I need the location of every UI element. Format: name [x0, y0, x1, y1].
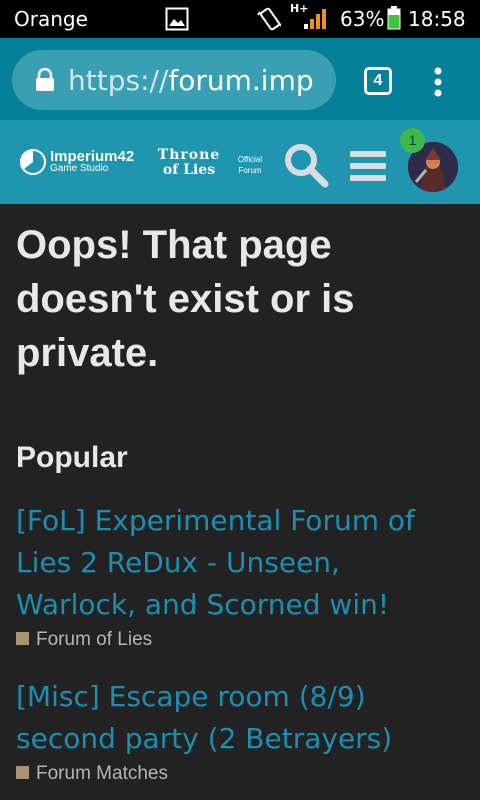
category-color-square — [16, 766, 29, 779]
game-title-line1: Throne — [157, 147, 221, 163]
game-title-line2: of Lies — [162, 162, 216, 178]
url-text[interactable]: https://forum.imp — [68, 64, 314, 97]
menu-hamburger-icon[interactable] — [350, 150, 386, 182]
gallery-notification-icon — [165, 7, 189, 31]
battery-icon — [387, 6, 401, 30]
list-item: [Misc] Escape room (8/9) second party (2… — [16, 676, 466, 786]
address-bar[interactable]: https://forum.imp — [12, 50, 336, 110]
imperium42-logo-icon[interactable] — [18, 147, 48, 177]
tab-switcher-button[interactable]: 4 — [364, 67, 392, 95]
notification-badge[interactable]: 1 — [400, 128, 425, 153]
more-vert-icon[interactable] — [432, 66, 444, 98]
browser-toolbar: https://forum.imp 4 — [0, 38, 480, 120]
category-label: Forum of Lies — [36, 629, 153, 650]
official-forum-label: Official Forum — [232, 154, 268, 176]
throne-of-lies-logo[interactable]: Throne of Lies — [152, 148, 226, 178]
clock: 18:58 — [408, 7, 466, 31]
url-host: forum.imp — [168, 64, 314, 97]
topic-category[interactable]: Forum of Lies — [16, 628, 466, 652]
forum-label: Forum — [238, 166, 262, 175]
lock-icon — [36, 68, 54, 91]
page-title: Oops! That page doesn't exist or is priv… — [16, 223, 355, 375]
vibrate-icon — [257, 7, 281, 31]
topic-link[interactable]: [Misc] Escape room (8/9) second party (2… — [16, 676, 466, 760]
carrier-name: Orange — [14, 7, 88, 31]
main-content: Oops! That page doesn't exist or is priv… — [16, 218, 466, 380]
category-label: Forum Matches — [36, 763, 168, 784]
signal-strength-icon — [304, 9, 326, 29]
popular-heading: Popular — [16, 441, 128, 474]
studio-name[interactable]: Imperium42 — [50, 149, 134, 164]
battery-percent: 63% — [340, 7, 385, 31]
studio-subtitle: Game Studio — [50, 163, 109, 174]
official-label: Official — [237, 155, 263, 164]
category-color-square — [16, 632, 29, 645]
list-item: [FoL] Experimental Forum of Lies 2 ReDux… — [16, 500, 466, 652]
status-bar: Orange H+ 63% 18:58 — [0, 0, 480, 38]
topic-category[interactable]: Forum Matches — [16, 762, 466, 786]
url-scheme: https:// — [68, 64, 169, 97]
search-icon[interactable] — [283, 142, 329, 188]
topic-link[interactable]: [FoL] Experimental Forum of Lies 2 ReDux… — [16, 500, 466, 626]
